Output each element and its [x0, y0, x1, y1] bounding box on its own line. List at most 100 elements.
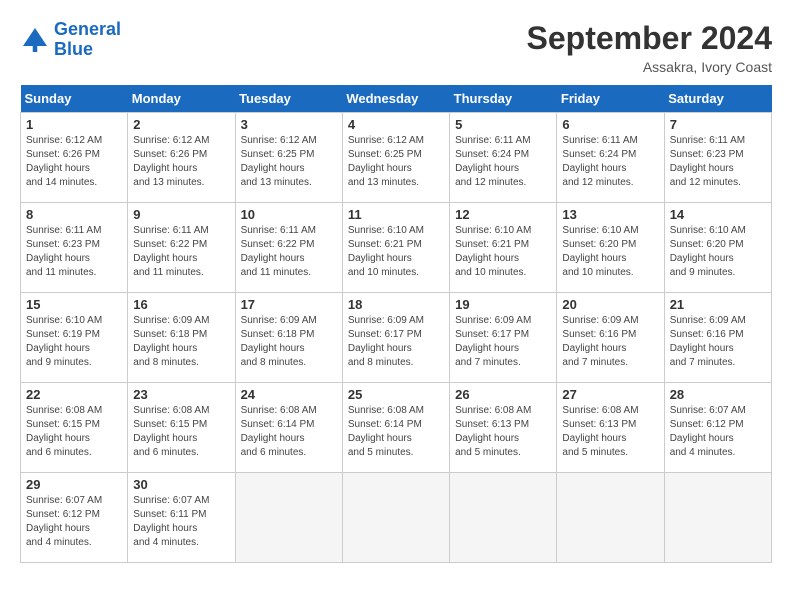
- day-info: Sunrise: 6:08 AMSunset: 6:13 PMDaylight …: [562, 404, 658, 460]
- day-info: Sunrise: 6:11 AMSunset: 6:23 PMDaylight …: [670, 134, 766, 190]
- day-info: Sunrise: 6:10 AMSunset: 6:20 PMDaylight …: [562, 224, 658, 280]
- day-number: 22: [26, 387, 122, 402]
- calendar-cell: 28 Sunrise: 6:07 AMSunset: 6:12 PMDayligh…: [664, 383, 771, 473]
- day-info: Sunrise: 6:12 AMSunset: 6:26 PMDaylight …: [26, 134, 122, 190]
- day-info: Sunrise: 6:09 AMSunset: 6:17 PMDaylight …: [455, 314, 551, 370]
- day-number: 13: [562, 207, 658, 222]
- location-title: Assakra, Ivory Coast: [527, 59, 772, 75]
- day-info: Sunrise: 6:10 AMSunset: 6:21 PMDaylight …: [348, 224, 444, 280]
- calendar-cell: 5 Sunrise: 6:11 AMSunset: 6:24 PMDaylight…: [450, 113, 557, 203]
- day-info: Sunrise: 6:12 AMSunset: 6:25 PMDaylight …: [348, 134, 444, 190]
- day-number: 14: [670, 207, 766, 222]
- logo-text: General Blue: [54, 20, 121, 60]
- day-info: Sunrise: 6:08 AMSunset: 6:13 PMDaylight …: [455, 404, 551, 460]
- day-info: Sunrise: 6:12 AMSunset: 6:26 PMDaylight …: [133, 134, 229, 190]
- month-title: September 2024: [527, 20, 772, 57]
- day-info: Sunrise: 6:10 AMSunset: 6:19 PMDaylight …: [26, 314, 122, 370]
- calendar-cell: 16 Sunrise: 6:09 AMSunset: 6:18 PMDayligh…: [128, 293, 235, 383]
- day-info: Sunrise: 6:09 AMSunset: 6:18 PMDaylight …: [241, 314, 337, 370]
- day-info: Sunrise: 6:08 AMSunset: 6:15 PMDaylight …: [133, 404, 229, 460]
- calendar-cell: 4 Sunrise: 6:12 AMSunset: 6:25 PMDaylight…: [342, 113, 449, 203]
- calendar-cell: 15 Sunrise: 6:10 AMSunset: 6:19 PMDayligh…: [21, 293, 128, 383]
- calendar-cell: 25 Sunrise: 6:08 AMSunset: 6:14 PMDayligh…: [342, 383, 449, 473]
- calendar-cell: 18 Sunrise: 6:09 AMSunset: 6:17 PMDayligh…: [342, 293, 449, 383]
- day-number: 1: [26, 117, 122, 132]
- day-info: Sunrise: 6:08 AMSunset: 6:14 PMDaylight …: [348, 404, 444, 460]
- day-info: Sunrise: 6:11 AMSunset: 6:22 PMDaylight …: [133, 224, 229, 280]
- day-number: 4: [348, 117, 444, 132]
- day-info: Sunrise: 6:11 AMSunset: 6:22 PMDaylight …: [241, 224, 337, 280]
- calendar-cell: 1 Sunrise: 6:12 AMSunset: 6:26 PMDaylight…: [21, 113, 128, 203]
- calendar-cell: 7 Sunrise: 6:11 AMSunset: 6:23 PMDaylight…: [664, 113, 771, 203]
- day-info: Sunrise: 6:12 AMSunset: 6:25 PMDaylight …: [241, 134, 337, 190]
- day-number: 16: [133, 297, 229, 312]
- weekday-header-monday: Monday: [128, 85, 235, 113]
- week-row-3: 15 Sunrise: 6:10 AMSunset: 6:19 PMDayligh…: [21, 293, 772, 383]
- day-info: Sunrise: 6:07 AMSunset: 6:12 PMDaylight …: [670, 404, 766, 460]
- calendar-cell: 26Sunrise: 6:08 AMSunset: 6:13 PMDayligh…: [450, 383, 557, 473]
- day-info: Sunrise: 6:11 AMSunset: 6:24 PMDaylight …: [455, 134, 551, 190]
- calendar-cell: 6Sunrise: 6:11 AMSunset: 6:24 PMDaylight…: [557, 113, 664, 203]
- day-number: 27: [562, 387, 658, 402]
- day-number: 18: [348, 297, 444, 312]
- calendar-cell: [557, 473, 664, 563]
- logo-icon: [20, 25, 50, 55]
- day-number: 10: [241, 207, 337, 222]
- day-info: Sunrise: 6:09 AMSunset: 6:18 PMDaylight …: [133, 314, 229, 370]
- day-number: 12: [455, 207, 551, 222]
- calendar-cell: [235, 473, 342, 563]
- calendar-table: SundayMondayTuesdayWednesdayThursdayFrid…: [20, 85, 772, 563]
- calendar-cell: 23 Sunrise: 6:08 AMSunset: 6:15 PMDayligh…: [128, 383, 235, 473]
- day-number: 30: [133, 477, 229, 492]
- day-info: Sunrise: 6:07 AMSunset: 6:12 PMDaylight …: [26, 494, 122, 550]
- day-number: 28: [670, 387, 766, 402]
- calendar-cell: 22Sunrise: 6:08 AMSunset: 6:15 PMDayligh…: [21, 383, 128, 473]
- week-row-5: 29 Sunrise: 6:07 AMSunset: 6:12 PMDayligh…: [21, 473, 772, 563]
- calendar-cell: 3Sunrise: 6:12 AMSunset: 6:25 PMDaylight…: [235, 113, 342, 203]
- calendar-cell: 9Sunrise: 6:11 AMSunset: 6:22 PMDaylight…: [128, 203, 235, 293]
- day-info: Sunrise: 6:11 AMSunset: 6:23 PMDaylight …: [26, 224, 122, 280]
- day-info: Sunrise: 6:10 AMSunset: 6:20 PMDaylight …: [670, 224, 766, 280]
- logo-line2: Blue: [54, 39, 93, 59]
- page-header: General Blue September 2024 Assakra, Ivo…: [20, 20, 772, 75]
- calendar-cell: [450, 473, 557, 563]
- day-number: 29: [26, 477, 122, 492]
- day-number: 19: [455, 297, 551, 312]
- day-number: 2: [133, 117, 229, 132]
- day-number: 8: [26, 207, 122, 222]
- day-number: 20: [562, 297, 658, 312]
- day-info: Sunrise: 6:11 AMSunset: 6:24 PMDaylight …: [562, 134, 658, 190]
- day-number: 17: [241, 297, 337, 312]
- day-number: 11: [348, 207, 444, 222]
- calendar-cell: 2 Sunrise: 6:12 AMSunset: 6:26 PMDaylight…: [128, 113, 235, 203]
- day-info: Sunrise: 6:09 AMSunset: 6:17 PMDaylight …: [348, 314, 444, 370]
- weekday-header-thursday: Thursday: [450, 85, 557, 113]
- day-number: 15: [26, 297, 122, 312]
- calendar-cell: 14 Sunrise: 6:10 AMSunset: 6:20 PMDayligh…: [664, 203, 771, 293]
- weekday-header-saturday: Saturday: [664, 85, 771, 113]
- day-info: Sunrise: 6:09 AMSunset: 6:16 PMDaylight …: [670, 314, 766, 370]
- day-number: 25: [348, 387, 444, 402]
- calendar-cell: 8 Sunrise: 6:11 AMSunset: 6:23 PMDaylight…: [21, 203, 128, 293]
- logo-line1: General: [54, 19, 121, 39]
- day-info: Sunrise: 6:09 AMSunset: 6:16 PMDaylight …: [562, 314, 658, 370]
- day-number: 5: [455, 117, 551, 132]
- calendar-cell: [342, 473, 449, 563]
- calendar-cell: 11 Sunrise: 6:10 AMSunset: 6:21 PMDayligh…: [342, 203, 449, 293]
- weekday-header-tuesday: Tuesday: [235, 85, 342, 113]
- day-number: 7: [670, 117, 766, 132]
- week-row-4: 22 Sunrise: 6:08 AMSunset: 6:15 PMDayligh…: [21, 383, 772, 473]
- day-info: Sunrise: 6:10 AMSunset: 6:21 PMDaylight …: [455, 224, 551, 280]
- calendar-cell: 19 Sunrise: 6:09 AMSunset: 6:17 PMDayligh…: [450, 293, 557, 383]
- week-row-1: 1 Sunrise: 6:12 AMSunset: 6:26 PMDaylight…: [21, 113, 772, 203]
- day-number: 23: [133, 387, 229, 402]
- day-info: Sunrise: 6:07 AMSunset: 6:11 PMDaylight …: [133, 494, 229, 550]
- calendar-cell: 12 Sunrise: 6:10 AMSunset: 6:21 PMDayligh…: [450, 203, 557, 293]
- day-number: 21: [670, 297, 766, 312]
- calendar-cell: 21 Sunrise: 6:09 AMSunset: 6:16 PMDayligh…: [664, 293, 771, 383]
- calendar-cell: 30 Sunrise: 6:07 AMSunset: 6:11 PMDayligh…: [128, 473, 235, 563]
- week-row-2: 8 Sunrise: 6:11 AMSunset: 6:23 PMDaylight…: [21, 203, 772, 293]
- title-section: September 2024 Assakra, Ivory Coast: [527, 20, 772, 75]
- weekday-header-row: SundayMondayTuesdayWednesdayThursdayFrid…: [21, 85, 772, 113]
- calendar-cell: 24Sunrise: 6:08 AMSunset: 6:14 PMDayligh…: [235, 383, 342, 473]
